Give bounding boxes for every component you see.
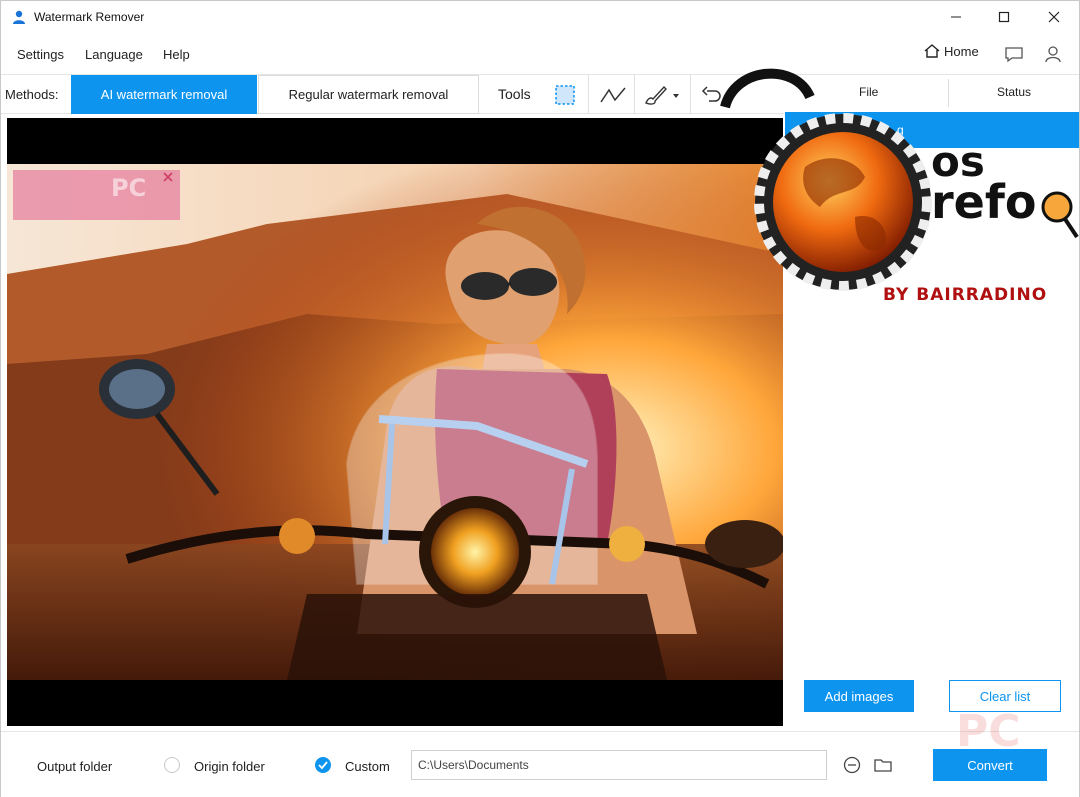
methods-label: Methods:: [5, 87, 59, 102]
file-list-item[interactable]: g: [785, 112, 1079, 148]
minimize-icon: [951, 16, 961, 18]
rectangle-select-icon: [555, 85, 575, 105]
chat-icon: [1005, 47, 1023, 63]
menu-language[interactable]: Language: [85, 47, 143, 62]
account-button[interactable]: [1042, 43, 1064, 65]
output-path-input[interactable]: [411, 750, 827, 780]
app-window: Watermark Remover Settings Language Help…: [0, 0, 1080, 797]
folder-icon: [874, 759, 892, 772]
brush-icon: [645, 85, 679, 105]
home-label: Home: [944, 43, 979, 59]
user-icon: [1045, 46, 1061, 63]
file-list: g: [785, 112, 1079, 730]
watermark-text: PC: [111, 174, 147, 202]
output-folder-label: Output folder: [37, 759, 113, 774]
origin-folder-radio[interactable]: [164, 757, 180, 773]
column-divider: [948, 79, 949, 107]
brush-tool[interactable]: [641, 81, 683, 109]
menu-settings[interactable]: Settings: [17, 47, 64, 62]
tools-label: Tools: [498, 86, 531, 102]
toolbar-divider: [588, 75, 589, 114]
remove-selection-icon[interactable]: [162, 171, 174, 183]
menu-help[interactable]: Help: [163, 47, 190, 62]
custom-folder-radio[interactable]: [315, 757, 331, 773]
toolbar-divider: [634, 75, 635, 114]
tab-ai-watermark-removal[interactable]: AI watermark removal: [71, 75, 257, 114]
clear-path-button[interactable]: [841, 754, 863, 776]
menu-bar: Settings Language Help: [1, 37, 1079, 71]
minus-circle-icon: [843, 756, 861, 774]
window-title: Watermark Remover: [34, 10, 145, 24]
output-bar: Output folder Origin folder Custom Conve…: [1, 731, 1079, 797]
maximize-icon: [998, 11, 1010, 23]
preview-image: [7, 164, 783, 680]
home-icon: [924, 44, 940, 58]
file-list-header: File Status: [785, 75, 1079, 111]
title-bar: Watermark Remover: [1, 1, 1079, 35]
app-logo-icon: [11, 9, 27, 25]
status-column-header: Status: [997, 85, 1032, 99]
file-name: g: [897, 123, 904, 137]
check-icon: [318, 761, 328, 770]
pc-stamp-watermark: PC: [956, 706, 1021, 757]
toolbar-divider: [690, 75, 691, 114]
browse-folder-button[interactable]: [872, 754, 894, 776]
close-button[interactable]: [1031, 1, 1077, 33]
add-images-button[interactable]: Add images: [804, 680, 914, 712]
file-column-header: File: [859, 85, 879, 99]
close-icon: [1048, 11, 1060, 23]
home-button[interactable]: Home: [923, 43, 979, 59]
undo-button[interactable]: [697, 81, 727, 109]
custom-folder-label[interactable]: Custom: [345, 759, 390, 774]
watermark-selection-box[interactable]: PC: [13, 170, 180, 220]
polyline-icon: [600, 87, 626, 103]
minimize-button[interactable]: [933, 1, 979, 33]
polyline-tool[interactable]: [598, 81, 628, 109]
origin-folder-label[interactable]: Origin folder: [194, 759, 265, 774]
feedback-button[interactable]: [1003, 43, 1025, 65]
tab-regular-watermark-removal[interactable]: Regular watermark removal: [258, 75, 479, 114]
rectangle-select-tool[interactable]: [550, 81, 580, 109]
undo-icon: [701, 86, 721, 102]
maximize-button[interactable]: [981, 1, 1027, 33]
motorcycle-photo: [7, 164, 783, 680]
